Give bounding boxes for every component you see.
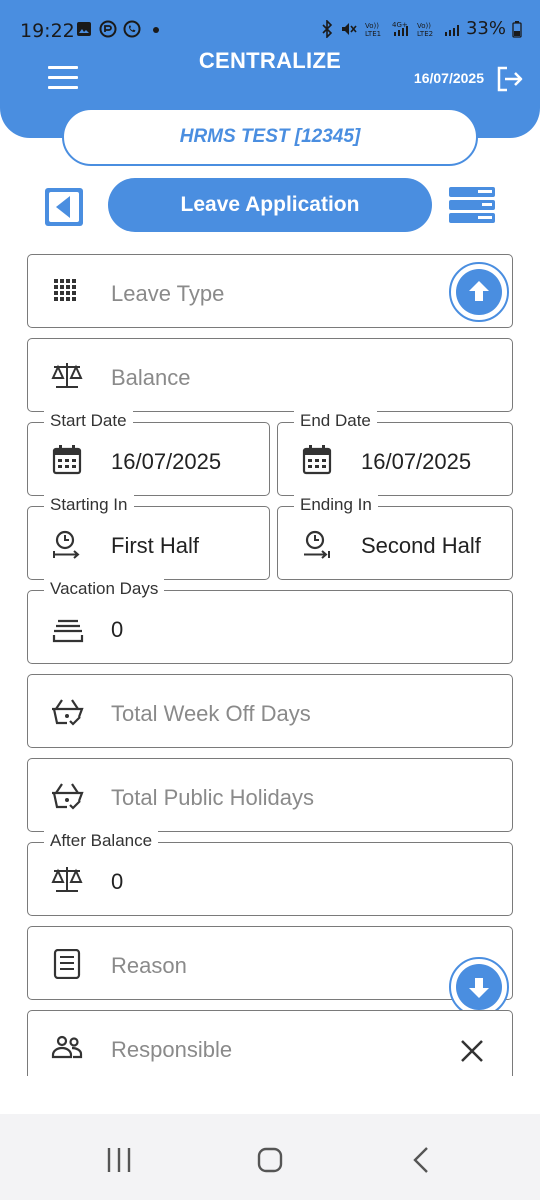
battery-percent: 33%	[465, 18, 506, 39]
end-date-label: End Date	[294, 411, 377, 431]
responsible-field[interactable]: Responsible	[27, 1010, 513, 1084]
mute-icon	[341, 22, 357, 35]
volte1-icon: Vo))LTE1	[365, 22, 381, 38]
ending-in-field[interactable]: Ending In Second Half	[277, 495, 513, 580]
scale-icon	[51, 867, 83, 892]
vacation-days-value: 0	[111, 617, 124, 642]
after-balance-label: After Balance	[44, 831, 159, 851]
close-icon[interactable]	[460, 1039, 484, 1063]
start-date-label: Start Date	[44, 411, 133, 431]
after-balance-field[interactable]: After Balance 0	[27, 831, 513, 916]
week-off-days-placeholder: Total Week Off Days	[111, 701, 311, 726]
week-off-days-field[interactable]: Total Week Off Days	[27, 674, 513, 748]
whatsapp-icon	[123, 20, 141, 38]
bottom-spacer	[0, 1076, 540, 1114]
svg-text:Vo)): Vo))	[365, 22, 379, 30]
start-date-value: 16/07/2025	[111, 449, 222, 474]
signal-icon: 4G+	[392, 21, 408, 36]
svg-text:4G+: 4G+	[392, 21, 408, 29]
starting-in-value: First Half	[111, 533, 199, 558]
end-date-field[interactable]: End Date 16/07/2025	[277, 411, 513, 496]
leave-type-field[interactable]: Leave Type	[27, 254, 513, 328]
hamburger-menu-icon[interactable]	[48, 66, 80, 90]
document-icon	[53, 949, 81, 979]
ending-in-value: Second Half	[361, 533, 481, 558]
balance-placeholder: Balance	[111, 365, 191, 390]
reason-placeholder: Reason	[111, 953, 187, 978]
leave-type-placeholder: Leave Type	[111, 281, 225, 306]
status-time: 19:22	[20, 20, 75, 42]
people-icon	[51, 1035, 83, 1059]
scale-icon	[51, 363, 83, 388]
status-notification-icons	[75, 20, 165, 38]
stack-icon	[52, 619, 84, 643]
back-arrow-icon[interactable]	[44, 187, 84, 227]
recent-apps-icon[interactable]	[99, 1140, 139, 1180]
starting-in-label: Starting In	[44, 495, 134, 515]
after-balance-value: 0	[111, 869, 124, 894]
clock-end-icon	[304, 530, 330, 559]
start-date-field[interactable]: Start Date 16/07/2025	[27, 411, 270, 496]
logout-icon[interactable]	[494, 64, 524, 94]
end-date-value: 16/07/2025	[361, 449, 472, 474]
gallery-icon	[77, 22, 91, 36]
basket-check-icon	[52, 783, 84, 810]
clock-start-icon	[53, 530, 80, 559]
calendar-icon	[302, 445, 332, 475]
ending-in-label: Ending In	[294, 495, 378, 515]
dot-icon	[153, 27, 159, 33]
calendar-icon	[52, 445, 82, 475]
status-system-icons: Vo)) LTE1 4G+ Vo)) LTE2 33%	[320, 18, 522, 39]
battery-icon	[512, 20, 522, 38]
page-title: Leave Application	[108, 178, 432, 232]
responsible-placeholder: Responsible	[111, 1037, 233, 1062]
back-icon[interactable]	[402, 1140, 442, 1180]
public-holidays-placeholder: Total Public Holidays	[111, 785, 314, 810]
company-selector[interactable]: HRMS TEST [12345]	[62, 108, 478, 166]
svg-text:Vo)): Vo))	[417, 22, 431, 30]
basket-check-icon	[52, 699, 84, 726]
vacation-days-label: Vacation Days	[44, 579, 165, 599]
bluetooth-icon	[322, 19, 333, 38]
header-date: 16/07/2025	[413, 70, 484, 86]
signal-icon	[444, 24, 459, 36]
starting-in-field[interactable]: Starting In First Half	[27, 495, 270, 580]
scroll-down-button[interactable]	[449, 957, 509, 1017]
system-nav-bar	[0, 1114, 540, 1200]
reason-field[interactable]: Reason	[27, 926, 513, 1000]
public-holidays-field[interactable]: Total Public Holidays	[27, 758, 513, 832]
arrow-down-icon	[469, 978, 489, 998]
arrow-up-icon	[469, 281, 489, 301]
home-icon[interactable]	[250, 1140, 290, 1180]
sync-icon	[99, 20, 117, 38]
volte2-icon: Vo))LTE2	[417, 22, 433, 38]
list-view-icon[interactable]	[448, 186, 496, 224]
svg-text:LTE1: LTE1	[365, 30, 381, 38]
scroll-up-button[interactable]	[449, 262, 509, 322]
balance-field[interactable]: Balance	[27, 338, 513, 412]
vacation-days-field[interactable]: Vacation Days 0	[27, 579, 513, 664]
svg-text:LTE2: LTE2	[417, 30, 433, 38]
grid-icon	[54, 279, 76, 301]
